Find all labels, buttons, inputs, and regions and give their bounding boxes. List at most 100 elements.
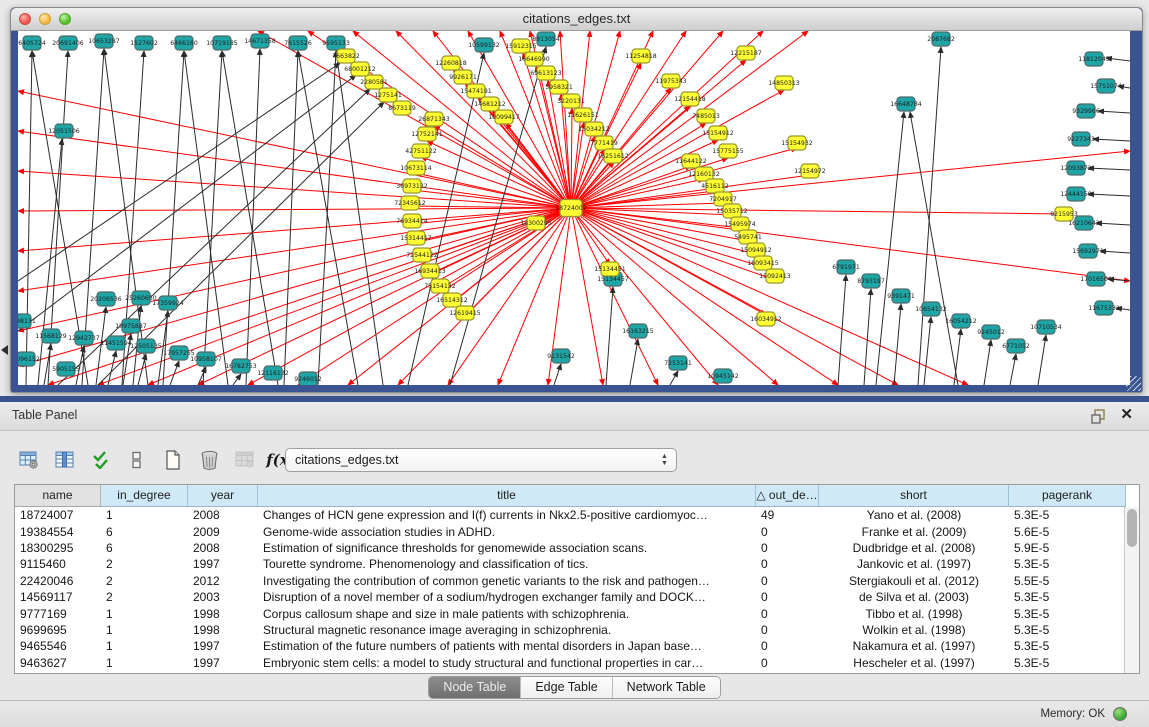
cell-short: Yano et al. (2008) xyxy=(819,507,1009,523)
table-panel-header: Table Panel ✕ xyxy=(0,402,1149,431)
cell-pagerank: 5.3E-5 xyxy=(1009,638,1126,654)
svg-text:72345612: 72345612 xyxy=(394,200,426,207)
svg-text:10710534: 10710534 xyxy=(1030,324,1062,331)
table-row[interactable]: 977716911998Corpus callosum shape and si… xyxy=(15,605,1139,621)
table-row[interactable]: 969969511998Structural magnetic resonanc… xyxy=(15,622,1139,638)
panel-close-icon[interactable]: ✕ xyxy=(1120,406,1133,424)
svg-text:10719185: 10719185 xyxy=(206,40,238,47)
window-titlebar[interactable]: citations_edges.txt xyxy=(11,8,1142,31)
svg-text:75154132: 75154132 xyxy=(424,283,456,290)
cell-name: 19384554 xyxy=(15,524,101,540)
network-canvas[interactable]: 6405724206914061065328715276026466160107… xyxy=(18,31,1130,385)
svg-text:16210643: 16210643 xyxy=(1068,220,1100,227)
column-header-name[interactable]: name xyxy=(15,485,101,507)
svg-text:15094912: 15094912 xyxy=(740,247,772,254)
table-row[interactable]: 1830029562008Estimation of significance … xyxy=(15,540,1139,556)
cell-in_degree: 1 xyxy=(101,507,188,523)
column-header-title[interactable]: title xyxy=(258,485,756,507)
svg-text:10654132: 10654132 xyxy=(915,306,947,313)
graph-svg: 6405724206914061065328715276026466160107… xyxy=(18,31,1130,385)
cell-in_degree: 1 xyxy=(101,655,188,671)
svg-text:9329966: 9329966 xyxy=(1072,108,1100,115)
svg-text:12752141: 12752141 xyxy=(411,131,443,138)
svg-text:12154418: 12154418 xyxy=(674,96,706,103)
table-row[interactable]: 911546021997Tourette syndrome. Phenomeno… xyxy=(15,556,1139,572)
new-column-icon[interactable] xyxy=(158,447,188,473)
select-all-icon[interactable] xyxy=(86,447,116,473)
cell-in_degree: 1 xyxy=(101,638,188,654)
table-row[interactable]: 946362711997Embryonic stem cells: a mode… xyxy=(15,655,1139,671)
svg-text:16648784: 16648784 xyxy=(890,101,922,108)
column-header-in_degree[interactable]: in_degree xyxy=(101,485,188,507)
svg-text:15474191: 15474191 xyxy=(460,88,492,95)
svg-text:9598131: 9598131 xyxy=(18,318,36,325)
cell-in_degree: 2 xyxy=(101,573,188,589)
cell-name: 14569117 xyxy=(15,589,101,605)
cell-year: 2003 xyxy=(188,589,258,605)
cell-pagerank: 5.3E-5 xyxy=(1009,622,1126,638)
table-tabs: Node TableEdge TableNetwork Table xyxy=(428,676,720,699)
svg-text:4516112: 4516112 xyxy=(701,183,729,190)
svg-text:1275141: 1275141 xyxy=(374,92,402,99)
table-row[interactable]: 2242004622012Investigating the contribut… xyxy=(15,573,1139,589)
delete-column-icon[interactable] xyxy=(194,447,224,473)
tab-network-table[interactable]: Network Table xyxy=(613,677,720,698)
svg-text:11644122: 11644122 xyxy=(675,158,707,165)
splitter-collapse-icon[interactable] xyxy=(1,345,8,355)
cell-in_degree: 6 xyxy=(101,540,188,556)
svg-text:5905155: 5905155 xyxy=(52,366,80,373)
column-header-pagerank[interactable]: pagerank xyxy=(1009,485,1126,507)
cell-in_degree: 1 xyxy=(101,606,188,622)
vertical-scrollbar[interactable] xyxy=(1124,507,1139,673)
cell-year: 1998 xyxy=(188,606,258,622)
svg-text:11568129: 11568129 xyxy=(35,333,67,340)
svg-text:9391471: 9391471 xyxy=(887,293,915,300)
svg-text:9227343: 9227343 xyxy=(1067,136,1095,143)
svg-text:12160132: 12160132 xyxy=(688,171,720,178)
svg-text:14671358: 14671358 xyxy=(244,38,276,45)
svg-text:8793197: 8793197 xyxy=(857,278,885,285)
svg-text:9595133: 9595133 xyxy=(322,40,350,47)
scrollbar-thumb[interactable] xyxy=(1127,509,1137,547)
svg-text:17359924: 17359924 xyxy=(152,300,184,307)
table-row[interactable]: 1938455462009Genome-wide association stu… xyxy=(15,523,1139,539)
column-header-year[interactable]: year xyxy=(188,485,258,507)
cell-pagerank: 5.9E-5 xyxy=(1009,540,1126,556)
svg-text:8813054: 8813054 xyxy=(532,36,560,43)
svg-text:11675332: 11675332 xyxy=(1088,305,1120,312)
cell-pagerank: 5.6E-5 xyxy=(1009,524,1126,540)
table-row[interactable]: 946554611997Estimation of the future num… xyxy=(15,638,1139,654)
svg-text:15154912: 15154912 xyxy=(702,130,734,137)
table-selector-dropdown[interactable]: citations_edges.txt ▲▼ xyxy=(285,448,677,472)
table-row[interactable]: 1872400712008Changes of HCN gene express… xyxy=(15,507,1139,523)
svg-text:12051506: 12051506 xyxy=(48,128,80,135)
delete-table-icon[interactable] xyxy=(230,447,260,473)
cell-name: 9463627 xyxy=(15,655,101,671)
show-columns-icon[interactable] xyxy=(50,447,80,473)
column-header-out_degree[interactable]: △ out_de… xyxy=(756,485,819,507)
tab-node-table[interactable]: Node Table xyxy=(429,677,521,698)
cell-name: 9699695 xyxy=(15,622,101,638)
resize-grip-icon[interactable] xyxy=(1126,376,1141,391)
cell-short: Wolkin et al. (1998) xyxy=(819,622,1009,638)
svg-text:6096152: 6096152 xyxy=(18,356,40,363)
table-panel: Table Panel ✕ xyxy=(0,402,1149,700)
cell-pagerank: 5.3E-5 xyxy=(1009,606,1126,622)
network-view-window: citations_edges.txt 64057242069140610653… xyxy=(10,7,1143,393)
svg-text:11254818: 11254818 xyxy=(625,53,657,60)
svg-text:76934414: 76934414 xyxy=(396,218,428,225)
svg-text:36973132: 36973132 xyxy=(396,183,428,190)
table-mode-icon[interactable] xyxy=(14,447,44,473)
svg-text:16054212: 16054212 xyxy=(945,318,977,325)
table-row[interactable]: 1456911722003Disruption of a novel membe… xyxy=(15,589,1139,605)
cell-short: de Silva et al. (2003) xyxy=(819,589,1009,605)
cell-in_degree: 2 xyxy=(101,589,188,605)
column-header-short[interactable]: short xyxy=(819,485,1009,507)
cell-title: Tourette syndrome. Phenomenology and cla… xyxy=(258,556,756,572)
unselect-all-icon[interactable] xyxy=(122,447,152,473)
svg-text:12260818: 12260818 xyxy=(435,60,467,67)
float-window-icon[interactable] xyxy=(1091,408,1107,424)
tab-edge-table[interactable]: Edge Table xyxy=(521,677,612,698)
memory-status-icon[interactable] xyxy=(1113,707,1127,721)
svg-text:15751074: 15751074 xyxy=(1090,83,1122,90)
